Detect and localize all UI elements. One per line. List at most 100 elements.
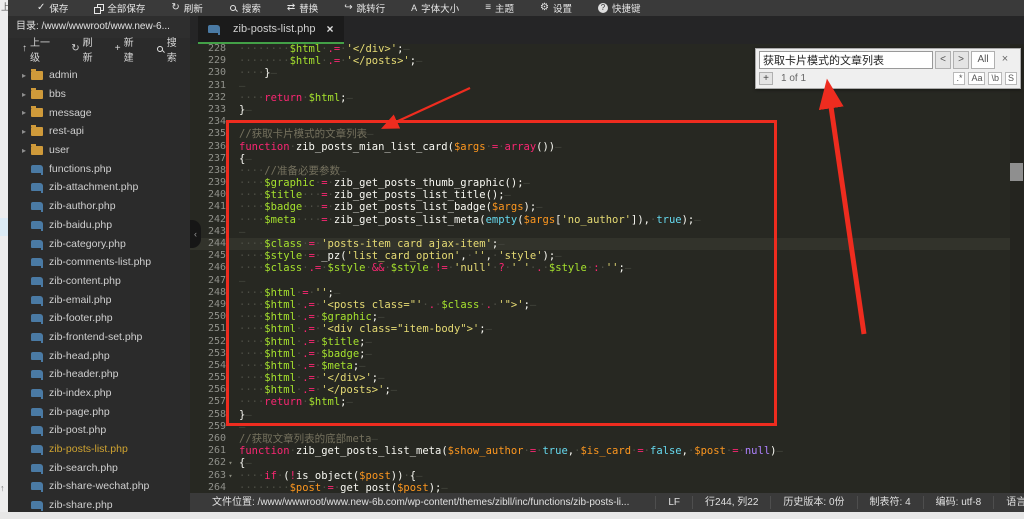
tree-file-zib-posts-list.php[interactable]: zib-posts-list.php — [8, 440, 190, 459]
tree-file-zib-footer.php[interactable]: zib-footer.php — [8, 309, 190, 328]
sidebar-collapse-button[interactable]: ‹ — [190, 220, 201, 248]
tree-file-zib-frontend-set.php[interactable]: zib-frontend-set.php — [8, 328, 190, 347]
search-option-selection[interactable]: S — [1005, 72, 1017, 85]
line-number: 252 — [190, 336, 226, 348]
tree-action-up-level[interactable]: ↑上一级 — [16, 34, 61, 64]
background-text: 上 — [1, 0, 8, 13]
toolbar-button-goto-line[interactable]: 跳转行 — [331, 0, 398, 16]
php-file-icon — [31, 221, 43, 229]
tree-action-new[interactable]: +新建 — [109, 34, 146, 64]
search-input[interactable] — [759, 51, 933, 69]
file-label: zib-head.php — [49, 350, 110, 362]
search-prev-button[interactable]: < — [935, 51, 951, 69]
toolbar-button-save[interactable]: 保存 — [24, 0, 81, 16]
tree-file-zib-index.php[interactable]: zib-index.php — [8, 384, 190, 403]
tree-file-zib-attachment.php[interactable]: zib-attachment.php — [8, 178, 190, 197]
file-label: zib-share.php — [49, 499, 113, 511]
goto-line-icon — [344, 3, 352, 13]
file-label: zib-author.php — [49, 200, 116, 212]
fold-marker-icon — [226, 80, 235, 92]
search-icon — [229, 4, 238, 13]
editor-scrollbar-thumb[interactable] — [1010, 163, 1023, 181]
folder-icon — [31, 90, 43, 99]
editor-toolbar: 保存全部保存刷新搜索替换跳转行字体大小主题设置快捷键 — [8, 0, 1024, 16]
tree-file-zib-post.php[interactable]: zib-post.php — [8, 421, 190, 440]
folder-label: bbs — [49, 88, 66, 100]
search-option-regex[interactable]: .* — [953, 72, 965, 85]
tree-folder-admin[interactable]: ▸admin — [8, 66, 190, 85]
expand-caret-icon[interactable]: ▸ — [22, 127, 31, 136]
tree-file-zib-share-wechat.php[interactable]: zib-share-wechat.php — [8, 477, 190, 496]
folder-label: rest-api — [49, 125, 84, 137]
toolbar-button-theme[interactable]: 主题 — [472, 0, 527, 16]
tree-file-zib-share.php[interactable]: zib-share.php — [8, 496, 190, 512]
search-option-word[interactable]: \b — [988, 72, 1002, 85]
expand-caret-icon[interactable]: ▸ — [22, 146, 31, 155]
php-file-icon — [31, 240, 43, 248]
search-all-button[interactable]: All — [971, 51, 995, 69]
tree-file-zib-content.php[interactable]: zib-content.php — [8, 272, 190, 291]
folder-label: message — [49, 107, 92, 119]
expand-caret-icon[interactable]: ▸ — [22, 108, 31, 117]
code-token: ···· — [239, 92, 264, 104]
eol-mark: – — [441, 482, 447, 493]
eol-mark: – — [245, 104, 251, 116]
code-line-232[interactable]: 232 ····return·$html;– — [190, 92, 1024, 104]
code-text: ····return·$html;– — [235, 92, 353, 104]
expand-caret-icon[interactable]: ▸ — [22, 90, 31, 99]
code-token: return — [264, 92, 302, 104]
file-tree: ▸admin▸bbs▸message▸rest-api▸userfunction… — [8, 60, 190, 512]
tree-file-zib-baidu.php[interactable]: zib-baidu.php — [8, 216, 190, 235]
php-file-icon — [31, 352, 43, 360]
tree-file-zib-head.php[interactable]: zib-head.php — [8, 346, 190, 365]
line-number: 235 — [190, 128, 226, 140]
code-line-261[interactable]: 261function·zib_get_posts_list_meta($sho… — [190, 445, 1024, 457]
toolbar-button-refresh[interactable]: 刷新 — [158, 0, 215, 16]
tree-action-refresh[interactable]: ↻刷新 — [65, 34, 104, 64]
toolbar-button-save-all[interactable]: 全部保存 — [81, 0, 158, 16]
search-add-button[interactable]: + — [759, 72, 773, 85]
tree-file-zib-header.php[interactable]: zib-header.php — [8, 365, 190, 384]
tree-file-zib-search.php[interactable]: zib-search.php — [8, 458, 190, 477]
fold-marker-icon — [226, 55, 235, 67]
tree-folder-message[interactable]: ▸ message — [8, 103, 190, 122]
tree-file-zib-page.php[interactable]: zib-page.php — [8, 402, 190, 421]
tab-close-icon[interactable]: × — [327, 22, 334, 36]
tree-file-zib-comments-list.php[interactable]: zib-comments-list.php — [8, 253, 190, 272]
tab-zib-posts-list[interactable]: zib-posts-list.php × — [198, 16, 344, 44]
tree-folder-rest-api[interactable]: ▸ rest-api — [8, 122, 190, 141]
code-line-233[interactable]: 233}– — [190, 104, 1024, 116]
code-token: $html — [290, 43, 322, 55]
editor-scrollbar-track[interactable] — [1010, 43, 1024, 493]
code-line-260[interactable]: 260//获取文章列表的底部meta– — [190, 433, 1024, 445]
search-option-case[interactable]: Aa — [968, 72, 985, 85]
line-number: 232 — [190, 92, 226, 104]
tree-file-functions.php[interactable]: functions.php — [8, 159, 190, 178]
fold-marker-icon[interactable]: ▾ — [226, 457, 235, 469]
line-number: 250 — [190, 311, 226, 323]
line-number: 231 — [190, 80, 226, 92]
tree-action-search[interactable]: 搜索 — [150, 34, 190, 64]
toolbar-button-replace[interactable]: 替换 — [274, 0, 331, 16]
code-line-262[interactable]: 262▾{– — [190, 457, 1024, 469]
tree-folder-user[interactable]: ▸user — [8, 141, 190, 160]
gear-icon — [540, 3, 549, 13]
code-token: $html — [290, 55, 322, 67]
tree-file-zib-email.php[interactable]: zib-email.php — [8, 290, 190, 309]
code-line-264[interactable]: 264········$post·=·get_post($post);– — [190, 482, 1024, 493]
tree-file-zib-category.php[interactable]: zib-category.php — [8, 234, 190, 253]
toolbar-button-hotkeys[interactable]: 快捷键 — [585, 0, 654, 16]
search-close-icon[interactable]: × — [997, 51, 1013, 69]
toolbar-button-font-size[interactable]: 字体大小 — [398, 0, 472, 16]
fold-marker-icon[interactable]: ▾ — [226, 470, 235, 482]
tree-folder-bbs[interactable]: ▸ bbs — [8, 85, 190, 104]
line-number: 257 — [190, 396, 226, 408]
status-eol: LF — [655, 496, 692, 509]
toolbar-button-settings[interactable]: 设置 — [527, 0, 585, 16]
expand-caret-icon[interactable]: ▸ — [22, 71, 31, 80]
search-next-button[interactable]: > — [953, 51, 969, 69]
toolbar-button-search[interactable]: 搜索 — [216, 0, 274, 16]
code-line-263[interactable]: 263▾····if·(!is_object($post))·{– — [190, 470, 1024, 482]
tree-file-zib-author.php[interactable]: zib-author.php — [8, 197, 190, 216]
php-file-icon — [31, 314, 43, 322]
